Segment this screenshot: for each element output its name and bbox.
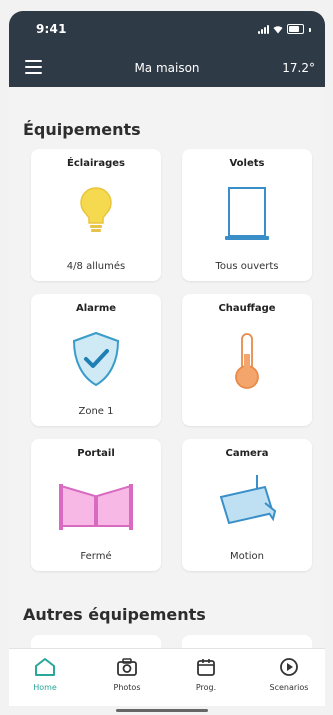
temperature-readout: 17.2° — [282, 61, 315, 75]
device-card-volets[interactable]: Volets Tous ouverts — [182, 149, 312, 281]
card-status: Fermé — [80, 551, 112, 562]
security-camera-icon — [219, 475, 277, 525]
signal-icon — [258, 25, 269, 34]
card-title: Camera — [225, 448, 269, 459]
status-time: 9:41 — [36, 22, 67, 36]
card-status: Zone 1 — [78, 406, 114, 417]
camera-icon — [117, 658, 137, 676]
card-status: 4/8 allumés — [66, 261, 126, 272]
calendar-icon — [197, 659, 215, 676]
home-indicator — [116, 709, 208, 712]
device-card-chauffage[interactable]: Chauffage — [182, 294, 312, 426]
page-title: Ma maison — [134, 61, 200, 75]
gate-icon — [59, 484, 133, 530]
card-title: Chauffage — [218, 303, 276, 314]
app-header: 9:41 Ma maison 17.2° — [9, 11, 325, 87]
card-title: Alarme — [75, 303, 117, 314]
main-content: Équipements Éclairages 4/8 allumés Volet… — [9, 87, 325, 655]
section-title-autres: Autres équipements — [23, 605, 206, 624]
device-card-portail[interactable]: Portail Fermé — [31, 439, 161, 571]
nav-scenarios[interactable]: Scenarios — [259, 657, 319, 692]
shutter-icon — [225, 187, 269, 240]
home-icon — [35, 658, 55, 676]
nav-prog[interactable]: Prog. — [176, 657, 236, 692]
shield-check-icon — [72, 331, 120, 387]
device-card-camera[interactable]: Camera Motion — [182, 439, 312, 571]
nav-home[interactable]: Home — [15, 657, 75, 692]
thermometer-icon — [235, 333, 259, 389]
card-title: Volets — [229, 158, 265, 169]
battery-icon — [287, 24, 304, 34]
device-card-eclairages[interactable]: Éclairages 4/8 allumés — [31, 149, 161, 281]
lightbulb-icon — [80, 187, 112, 232]
bottom-navigation: Home Photos Prog. Scenarios — [9, 648, 325, 706]
play-icon — [280, 658, 298, 676]
phone-screen: 9:41 Ma maison 17.2° Équipements Éclaira… — [0, 0, 333, 715]
device-card-alarme[interactable]: Alarme Zone 1 — [31, 294, 161, 426]
card-title: Portail — [77, 448, 115, 459]
status-icons — [258, 24, 311, 34]
card-status: Motion — [230, 551, 264, 562]
section-title-equipements: Équipements — [23, 120, 141, 139]
nav-photos[interactable]: Photos — [97, 657, 157, 692]
card-title: Éclairages — [67, 158, 125, 169]
wifi-icon — [273, 26, 283, 34]
card-status: Tous ouverts — [215, 261, 279, 272]
